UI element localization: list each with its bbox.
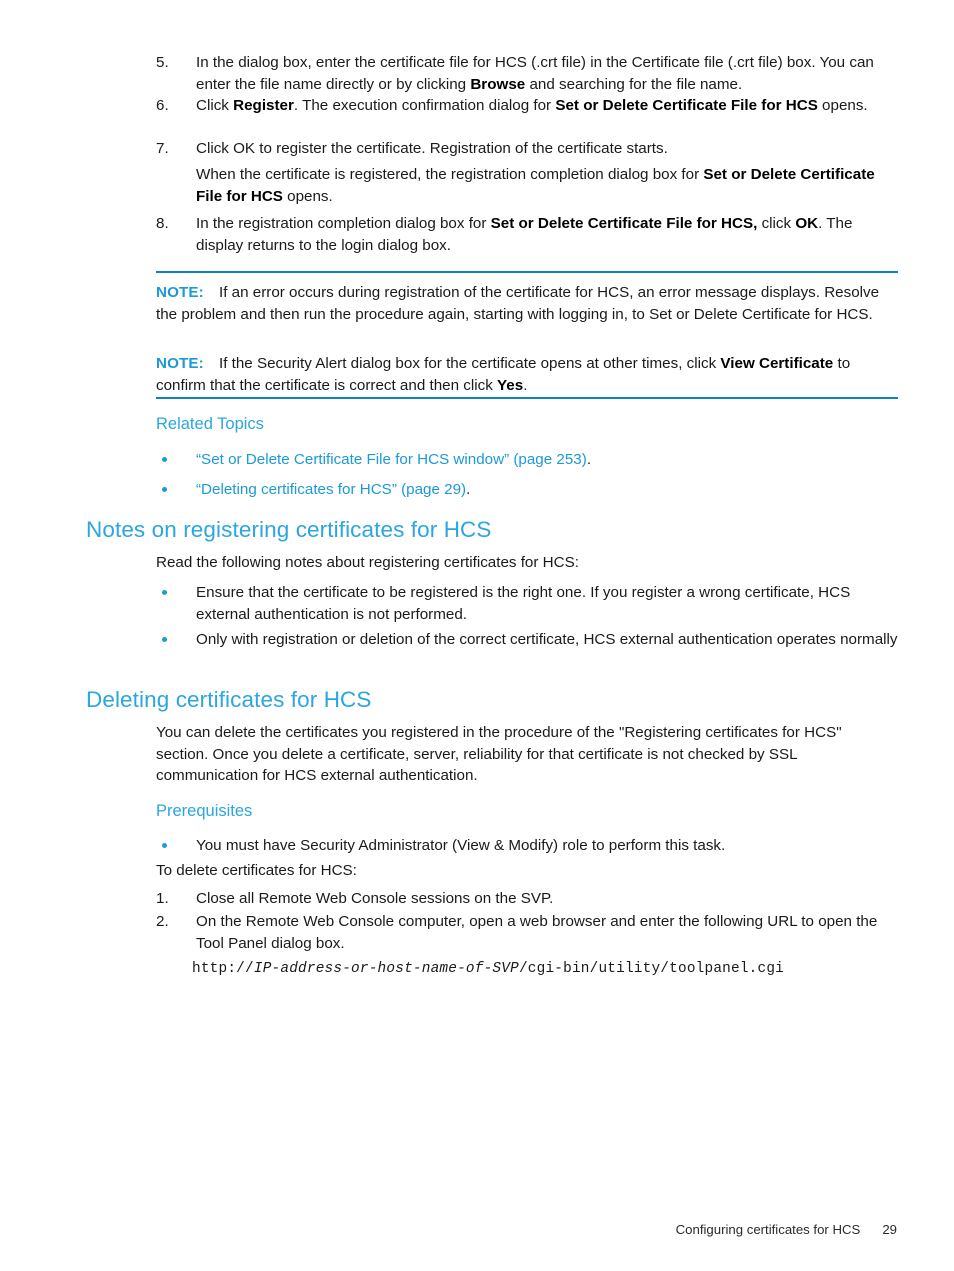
list-item: 7. Click OK to register the certificate.…	[156, 138, 898, 160]
step-continuation: When the certificate is registered, the …	[196, 166, 875, 205]
url-variable: IP-address-or-host-name-of-SVP	[253, 961, 519, 977]
list-number: 8.	[156, 215, 169, 232]
page-title: Deleting certificates for HCS	[86, 687, 372, 712]
list-item: Only with registration or deletion of th…	[156, 629, 898, 676]
notes-registering-bullets: Ensure that the certificate to be regist…	[156, 582, 898, 676]
list-item: Ensure that the certificate to be regist…	[156, 582, 898, 629]
note-rule-top	[156, 271, 898, 273]
list-text: Only with registration or deletion of th…	[196, 631, 898, 648]
url-prefix: http://	[192, 961, 254, 977]
list-text: Click OK to register the certificate. Re…	[196, 140, 668, 157]
list-number: 2.	[156, 913, 169, 930]
page-title: Notes on registering certificates for HC…	[86, 517, 492, 542]
note-rule-bottom	[156, 397, 898, 399]
bullet-icon	[162, 487, 167, 492]
section-deleting-header: Deleting certificates for HCS	[86, 687, 898, 713]
steps-list-bottom: 1. Close all Remote Web Console sessions…	[156, 888, 898, 955]
list-number: 1.	[156, 890, 169, 907]
section-notes-registering-header: Notes on registering certificates for HC…	[86, 517, 898, 543]
section-deleting-paragraph: You can delete the certificates you regi…	[156, 722, 898, 787]
list-item: 6. Click Register. The execution confirm…	[156, 95, 898, 138]
list-item: 2. On the Remote Web Console computer, o…	[156, 911, 898, 955]
note-text: If the Security Alert dialog box for the…	[156, 355, 851, 394]
list-text: Close all Remote Web Console sessions on…	[196, 890, 554, 907]
note-label: NOTE:	[156, 284, 204, 301]
paragraph: You can delete the certificates you regi…	[156, 724, 842, 785]
related-topics-list: “Set or Delete Certificate File for HCS …	[156, 449, 898, 509]
prerequisites-header: Prerequisites	[156, 801, 898, 821]
bullet-icon	[162, 637, 167, 642]
bullet-icon	[162, 590, 167, 595]
bullet-icon	[162, 457, 167, 462]
list-item: 8. In the registration completion dialog…	[156, 213, 898, 256]
note-label: NOTE:	[156, 355, 204, 372]
related-topic-link[interactable]: “Deleting certificates for HCS” (page 29…	[196, 481, 466, 498]
page-footer: Configuring certificates for HCS 29	[0, 1222, 954, 1237]
delete-lead-in: To delete certificates for HCS:	[156, 860, 898, 882]
list-text: In the dialog box, enter the certificate…	[196, 54, 874, 93]
list-text: “Set or Delete Certificate File for HCS …	[196, 451, 591, 468]
list-item: You must have Security Administrator (Vi…	[156, 835, 898, 861]
list-item: “Set or Delete Certificate File for HCS …	[156, 449, 898, 479]
list-number: 6.	[156, 97, 169, 114]
note-text: If an error occurs during registration o…	[156, 284, 880, 323]
related-topics-title: Related Topics	[156, 415, 264, 433]
related-topic-link[interactable]: “Set or Delete Certificate File for HCS …	[196, 451, 587, 468]
list-number: 5.	[156, 54, 169, 71]
link-tail: .	[466, 481, 471, 498]
page-number: 29	[882, 1222, 897, 1237]
note-second: NOTE: If the Security Alert dialog box f…	[156, 353, 898, 396]
list-text: On the Remote Web Console computer, open…	[196, 913, 878, 952]
bullet-icon	[162, 843, 167, 848]
list-text: Ensure that the certificate to be regist…	[196, 584, 851, 623]
section-notes-registering-intro: Read the following notes about registeri…	[156, 552, 898, 574]
list-item: 1. Close all Remote Web Console sessions…	[156, 888, 898, 911]
url-suffix: /cgi-bin/utility/toolpanel.cgi	[518, 961, 785, 977]
paragraph: Read the following notes about registeri…	[156, 554, 579, 571]
document-page: 5. In the dialog box, enter the certific…	[0, 0, 954, 1271]
note-first: NOTE: If an error occurs during registra…	[156, 282, 898, 325]
prerequisites-list: You must have Security Administrator (Vi…	[156, 835, 898, 861]
list-text: Click Register. The execution confirmati…	[196, 97, 868, 114]
related-topics-heading: Related Topics	[156, 414, 898, 434]
tool-panel-url: http://IP-address-or-host-name-of-SVP/cg…	[192, 959, 784, 979]
steps-list-top: 5. In the dialog box, enter the certific…	[156, 52, 898, 256]
list-text: “Deleting certificates for HCS” (page 29…	[196, 481, 470, 498]
list-item: 5. In the dialog box, enter the certific…	[156, 52, 898, 95]
list-item: “Deleting certificates for HCS” (page 29…	[156, 479, 898, 509]
prerequisites-title: Prerequisites	[156, 802, 253, 820]
paragraph: To delete certificates for HCS:	[156, 862, 357, 879]
footer-title: Configuring certificates for HCS	[675, 1222, 861, 1237]
list-text: In the registration completion dialog bo…	[196, 215, 853, 254]
list-number: 7.	[156, 140, 169, 157]
list-text: You must have Security Administrator (Vi…	[196, 837, 726, 854]
link-tail: .	[586, 451, 592, 468]
